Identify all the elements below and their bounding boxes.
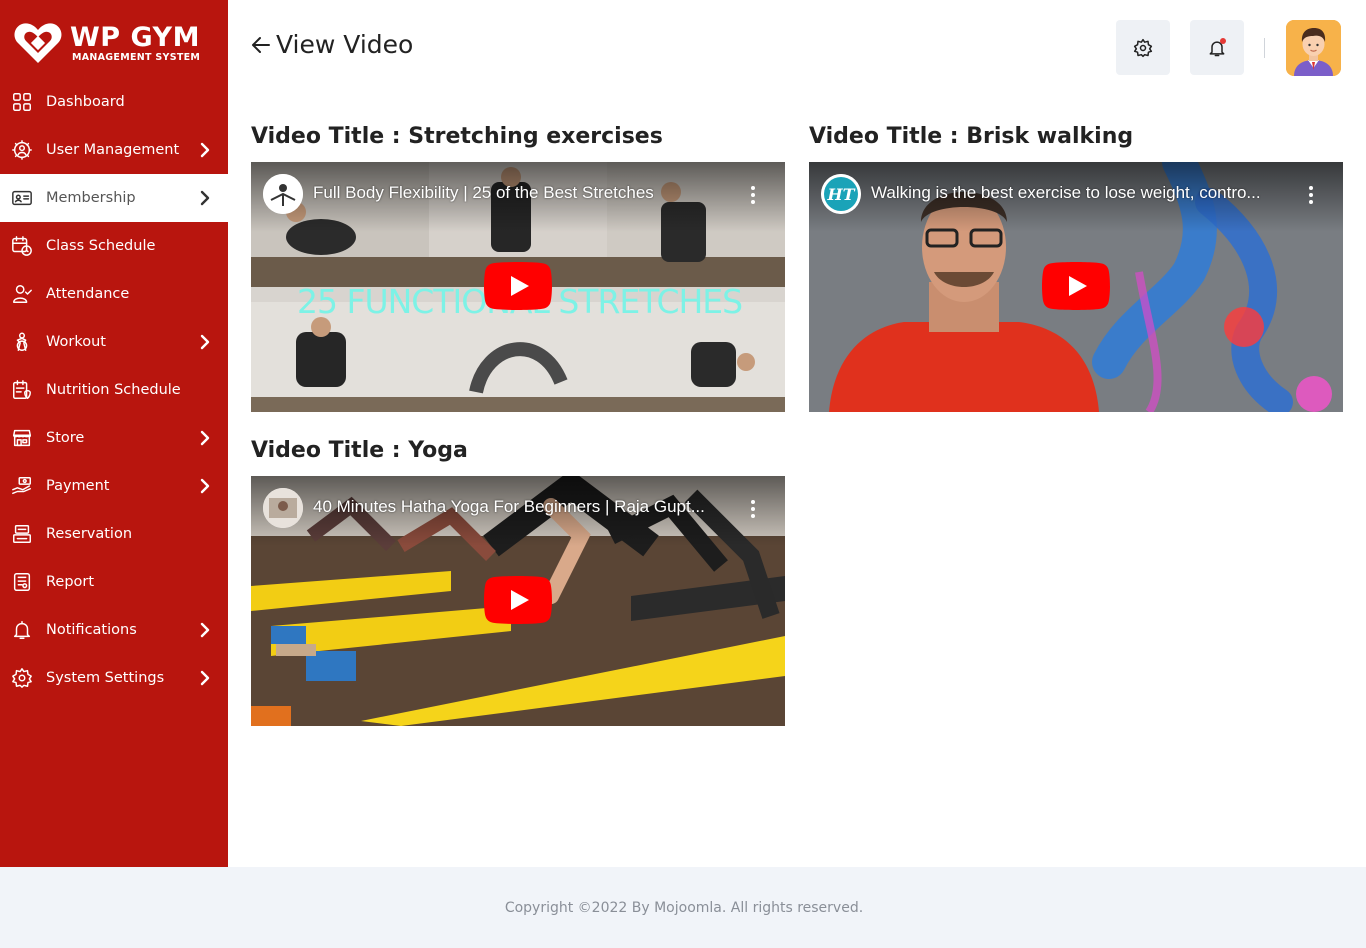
brand-name: WP GYM (70, 21, 200, 53)
video-card-yoga: Video Title : Yoga 40 Minutes Hatha Yoga… (251, 438, 785, 728)
sidebar-item-class-schedule[interactable]: Class Schedule (0, 222, 228, 270)
sidebar-item-user-management[interactable]: User Management (0, 126, 228, 174)
sidebar-item-label: Class Schedule (46, 238, 156, 254)
video-card-brisk-walking: Video Title : Brisk walking HT Walking i… (809, 124, 1343, 414)
header-divider (1264, 38, 1265, 58)
brand-logo-icon (14, 23, 62, 63)
payment-icon (11, 475, 33, 497)
sidebar: WP GYM MANAGEMENT SYSTEM Dashboard User … (0, 0, 228, 867)
bell-icon (11, 619, 33, 641)
video-title: Video Title : Yoga (251, 438, 468, 463)
report-icon (11, 571, 33, 593)
play-button-icon[interactable] (1042, 262, 1110, 310)
video-name: Walking is the best exercise to lose wei… (871, 183, 1261, 202)
header: View Video (228, 0, 1366, 96)
play-button-icon[interactable] (484, 262, 552, 310)
sidebar-item-label: Report (46, 574, 95, 590)
sidebar-item-label: Dashboard (46, 94, 125, 110)
sidebar-item-label: Workout (46, 334, 106, 350)
sidebar-item-dashboard[interactable]: Dashboard (0, 78, 228, 126)
brand-subtitle: MANAGEMENT SYSTEM (72, 51, 201, 63)
chevron-right-icon (200, 430, 210, 446)
channel-avatar-icon (263, 174, 303, 214)
sidebar-item-reservation[interactable]: Reservation (0, 510, 228, 558)
chevron-right-icon (200, 190, 210, 206)
video-player[interactable]: 40 Minutes Hatha Yoga For Beginners | Ra… (251, 476, 785, 726)
workout-icon (11, 331, 33, 353)
sidebar-item-label: System Settings (46, 670, 165, 686)
video-title: Video Title : Brisk walking (809, 124, 1134, 149)
chevron-right-icon (200, 142, 210, 158)
more-options-icon[interactable] (751, 500, 755, 518)
video-name: 40 Minutes Hatha Yoga For Beginners | Ra… (313, 497, 705, 516)
footer: Copyright ©2022 By Mojoomla. All rights … (0, 867, 1366, 948)
play-button-icon[interactable] (484, 576, 552, 624)
sidebar-item-label: Store (46, 430, 85, 446)
sidebar-item-system-settings[interactable]: System Settings (0, 654, 228, 702)
brand[interactable]: WP GYM MANAGEMENT SYSTEM (0, 0, 228, 86)
video-player[interactable]: 25 FUNCTIONAL STRETCHES Full Body Flexib… (251, 162, 785, 412)
sidebar-item-label: Attendance (46, 286, 130, 302)
video-name: Full Body Flexibility | 25 of the Best S… (313, 183, 654, 202)
video-card-stretching: Video Title : Stretching exercises 25 FU… (251, 124, 785, 414)
sidebar-item-label: Payment (46, 478, 110, 494)
sidebar-item-label: User Management (46, 142, 180, 158)
avatar[interactable] (1286, 20, 1341, 76)
chevron-right-icon (200, 670, 210, 686)
settings-button[interactable] (1116, 20, 1170, 75)
sidebar-item-label: Nutrition Schedule (46, 382, 181, 398)
sidebar-nav: Dashboard User Management Membership Cla… (0, 78, 228, 702)
svg-text:HT: HT (826, 185, 855, 204)
notification-dot (1220, 38, 1226, 44)
gear-icon (11, 667, 33, 689)
sidebar-item-attendance[interactable]: Attendance (0, 270, 228, 318)
sidebar-item-membership[interactable]: Membership (0, 174, 228, 222)
sidebar-item-nutrition-schedule[interactable]: Nutrition Schedule (0, 366, 228, 414)
sidebar-item-workout[interactable]: Workout (0, 318, 228, 366)
more-options-icon[interactable] (751, 186, 755, 204)
chevron-right-icon (200, 478, 210, 494)
dashboard-icon (11, 91, 33, 113)
user-check-icon (11, 283, 33, 305)
sidebar-item-label: Reservation (46, 526, 133, 542)
reservation-icon (11, 523, 33, 545)
copyright-text: Copyright ©2022 By Mojoomla. All rights … (504, 899, 864, 916)
chevron-right-icon (200, 622, 210, 638)
sidebar-item-label: Notifications (46, 622, 137, 638)
sidebar-item-notifications[interactable]: Notifications (0, 606, 228, 654)
more-options-icon[interactable] (1309, 186, 1313, 204)
users-gear-icon (11, 139, 33, 161)
user-avatar-icon (1286, 20, 1341, 76)
gear-icon (1133, 38, 1153, 57)
store-icon (11, 427, 33, 449)
sidebar-item-report[interactable]: Report (0, 558, 228, 606)
channel-avatar-icon (263, 488, 303, 528)
sidebar-item-label: Membership (46, 190, 136, 206)
page-title: View Video (276, 30, 414, 59)
arrow-left-icon (252, 36, 270, 53)
membership-card-icon (11, 187, 33, 209)
nutrition-icon (11, 379, 33, 401)
channel-avatar-icon: HT (821, 174, 861, 214)
back-button[interactable]: View Video (250, 30, 413, 59)
sidebar-item-payment[interactable]: Payment (0, 462, 228, 510)
chevron-right-icon (200, 334, 210, 350)
calendar-clock-icon (11, 235, 33, 257)
sidebar-item-store[interactable]: Store (0, 414, 228, 462)
video-player[interactable]: HT Walking is the best exercise to lose … (809, 162, 1343, 412)
notifications-button[interactable] (1190, 20, 1244, 75)
video-title: Video Title : Stretching exercises (251, 124, 663, 149)
